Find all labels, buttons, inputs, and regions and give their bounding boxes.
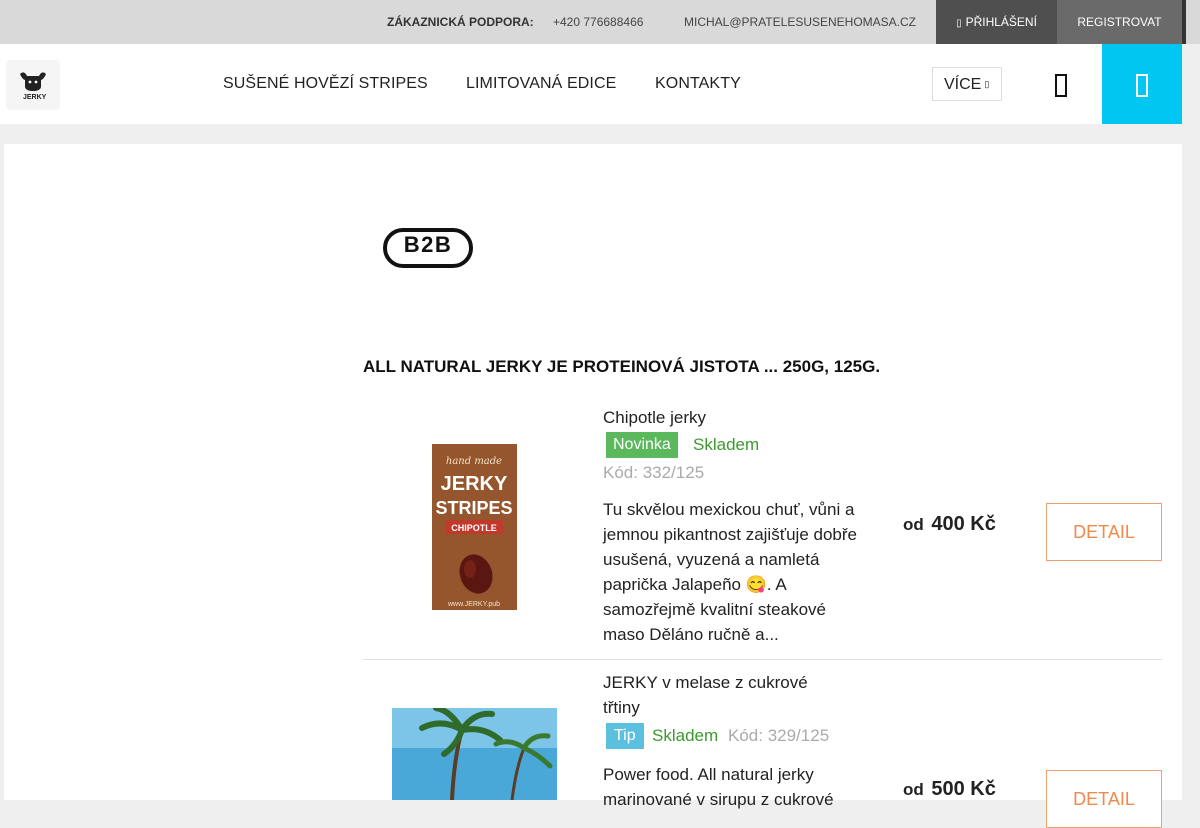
login-label: PŘIHLÁŠENÍ [965, 15, 1037, 29]
nav-item-limited[interactable]: LIMITOVANÁ EDICE [466, 75, 616, 93]
svg-text:JERKY: JERKY [441, 473, 508, 495]
support-email-link[interactable]: MICHAL@PRATELESUSENEHOMASA.CZ [684, 15, 916, 29]
product-price: od 400 Kč [903, 513, 996, 536]
stock-status: Skladem [652, 726, 719, 745]
content-card: B2B ALL NATURAL JERKY JE PROTEINOVÁ JIST… [4, 144, 1182, 828]
category-heading: ALL NATURAL JERKY JE PROTEINOVÁ JISTOTA … [363, 357, 881, 376]
badge-new: Novinka [606, 432, 678, 458]
top-bar: ZÁKAZNICKÁ PODPORA: +420 776688466 MICHA… [0, 0, 1200, 44]
price-prefix: od [903, 780, 924, 799]
bull-logo-icon [20, 72, 46, 91]
product-name-link[interactable]: Chipotle jerky [603, 405, 706, 430]
more-menu-button[interactable]: VÍCE ▯ [932, 67, 1002, 101]
logo-text: JERKY [23, 94, 47, 101]
product-image-chipotle[interactable]: hand made JERKY STRIPES CHIPOTLE www.JER… [432, 444, 517, 610]
detail-button[interactable]: DETAIL [1046, 770, 1162, 828]
product-row: JERKY v melase z cukrové třtiny Tip Skla… [363, 660, 1162, 828]
svg-text:CHIPOTLE: CHIPOTLE [451, 523, 497, 533]
stock-status: Skladem [693, 435, 760, 454]
chevron-down-icon: ▯ [984, 79, 990, 89]
support-phone-link[interactable]: +420 776688466 [553, 15, 643, 29]
topbar-edge [1182, 0, 1186, 44]
detail-button[interactable]: DETAIL [1046, 503, 1162, 561]
price-value: 500 Kč [931, 778, 996, 800]
svg-text:STRIPES: STRIPES [435, 498, 512, 518]
cart-icon [1136, 74, 1148, 97]
search-icon [1055, 74, 1067, 97]
more-label: VÍCE [944, 76, 982, 93]
user-icon: ▯ [956, 18, 962, 29]
product-name-link[interactable]: JERKY v melase z cukrové třtiny [603, 670, 843, 720]
login-button[interactable]: ▯ PŘIHLÁŠENÍ [936, 0, 1057, 44]
support-label: ZÁKAZNICKÁ PODPORA: [387, 15, 534, 29]
badge-tip: Tip [606, 723, 644, 749]
nav-item-contacts[interactable]: KONTAKTY [655, 75, 741, 93]
b2b-badge: B2B [383, 228, 473, 268]
product-description: Power food. All natural jerky marinované… [603, 765, 834, 809]
search-button[interactable] [1042, 66, 1080, 104]
price-prefix: od [903, 515, 924, 534]
cart-button[interactable] [1102, 44, 1182, 124]
product-price: od 500 Kč [903, 778, 996, 801]
nav-item-stripes[interactable]: SUŠENÉ HOVĚZÍ STRIPES [223, 75, 428, 93]
svg-text:www.JERKY.pub: www.JERKY.pub [447, 601, 500, 608]
product-row: hand made JERKY STRIPES CHIPOTLE www.JER… [363, 402, 1162, 660]
site-logo[interactable]: JERKY [6, 60, 60, 110]
register-button[interactable]: REGISTROVAT [1057, 0, 1182, 44]
product-code: Kód: 332/125 [603, 463, 705, 482]
price-value: 400 Kč [931, 513, 996, 535]
product-description: Tu skvělou mexickou chuť, vůni a jemnou … [603, 500, 857, 644]
product-image-tropical[interactable] [392, 708, 557, 800]
site-header: JERKY SUŠENÉ HOVĚZÍ STRIPES LIMITOVANÁ E… [0, 44, 1182, 124]
product-code: Kód: 329/125 [728, 726, 830, 745]
svg-text:hand made: hand made [446, 456, 502, 467]
